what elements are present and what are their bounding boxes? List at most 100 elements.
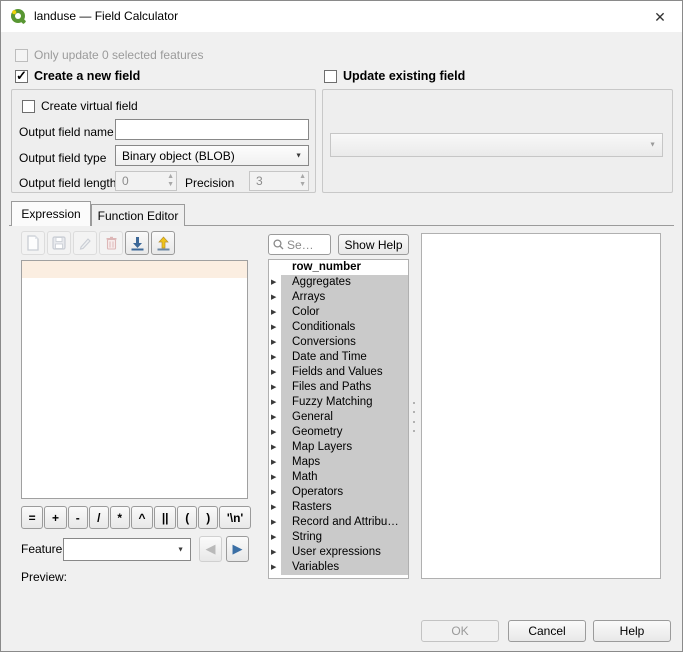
function-category-row[interactable]: ▶ Rasters — [269, 500, 408, 515]
delete-expression-button[interactable] — [99, 231, 123, 255]
cancel-button[interactable]: Cancel — [508, 620, 586, 642]
function-category-row[interactable]: ▶ Arrays — [269, 290, 408, 305]
new-expression-button[interactable] — [21, 231, 45, 255]
function-search-input[interactable]: Se… — [268, 234, 331, 255]
spinner-arrows-icon[interactable]: ▲▼ — [167, 173, 174, 189]
function-category-row[interactable]: ▶ Map Layers — [269, 440, 408, 455]
next-arrow-icon: ▶ — [233, 541, 243, 557]
function-category-row[interactable]: ▶ Fuzzy Matching — [269, 395, 408, 410]
previous-arrow-icon: ◀ — [206, 541, 216, 557]
edit-expression-button[interactable] — [73, 231, 97, 255]
cancel-label: Cancel — [528, 624, 565, 638]
operator-button-row: =+-/*^||()'\n' — [21, 506, 251, 529]
function-category-row[interactable]: ▶ Geometry — [269, 425, 408, 440]
expand-arrow-icon: ▶ — [271, 425, 276, 440]
expand-arrow-icon: ▶ — [271, 485, 276, 500]
expand-arrow-icon: ▶ — [271, 515, 276, 530]
close-icon[interactable]: ✕ — [650, 7, 670, 27]
next-feature-button[interactable]: ▶ — [226, 536, 249, 562]
operator-button[interactable]: ^ — [131, 506, 153, 529]
function-category-row[interactable]: ▶ Variables — [269, 560, 408, 575]
tab-expression[interactable]: Expression — [11, 201, 91, 226]
import-expression-button[interactable] — [125, 231, 149, 255]
export-expression-button[interactable] — [151, 231, 175, 255]
existing-field-groupbox: ▼ — [322, 89, 673, 193]
save-expression-button[interactable] — [47, 231, 71, 255]
output-field-name-input[interactable] — [115, 119, 309, 140]
create-new-field-checkbox[interactable]: ✓ Create a new field — [15, 69, 140, 83]
function-category-label: Maps — [281, 455, 408, 470]
show-help-button[interactable]: Show Help — [338, 234, 409, 255]
operator-button[interactable]: / — [89, 506, 109, 529]
operator-button[interactable]: + — [44, 506, 66, 529]
export-arrow-icon — [156, 236, 171, 251]
operator-button[interactable]: * — [110, 506, 130, 529]
expand-arrow-icon: ▶ — [271, 335, 276, 350]
function-category-row[interactable]: ▶ Math — [269, 470, 408, 485]
only-update-selected-checkbox[interactable]: Only update 0 selected features — [15, 48, 203, 62]
precision-label: Precision — [185, 176, 234, 190]
operator-button[interactable]: '\n' — [219, 506, 251, 529]
function-category-row[interactable]: ▶ String — [269, 530, 408, 545]
function-category-label: Variables — [281, 560, 408, 575]
function-category-row[interactable]: ▶ Maps — [269, 455, 408, 470]
checkbox-box — [324, 70, 337, 83]
function-category-row[interactable]: ▶ Date and Time — [269, 350, 408, 365]
function-category-row[interactable]: ▶ Operators — [269, 485, 408, 500]
precision-spinbox[interactable]: 3 ▲▼ — [249, 171, 309, 191]
function-category-label: Map Layers — [281, 440, 408, 455]
output-field-type-combo[interactable]: Binary object (BLOB) ▼ — [115, 145, 309, 166]
expand-arrow-icon: ▶ — [271, 470, 276, 485]
expression-editor[interactable] — [21, 260, 248, 499]
precision-value: 3 — [256, 174, 263, 188]
update-existing-field-checkbox[interactable]: Update existing field — [324, 69, 465, 83]
function-category-row[interactable]: ▶ Record and Attribu… — [269, 515, 408, 530]
help-button[interactable]: Help — [593, 620, 671, 642]
save-icon — [52, 236, 66, 250]
existing-field-combo[interactable]: ▼ — [330, 133, 663, 157]
search-placeholder: Se… — [287, 238, 314, 252]
search-icon — [273, 239, 284, 250]
function-category-row[interactable]: ▶ Aggregates — [269, 275, 408, 290]
expand-arrow-icon: ▶ — [271, 395, 276, 410]
help-label: Help — [620, 624, 645, 638]
function-item-row-number[interactable]: row_number — [269, 260, 408, 275]
chevron-down-icon: ▼ — [295, 152, 302, 159]
check-icon: ✓ — [16, 68, 27, 84]
function-category-row[interactable]: ▶ Files and Paths — [269, 380, 408, 395]
output-field-type-label: Output field type — [19, 151, 106, 165]
current-line-highlight — [22, 261, 247, 278]
expand-arrow-icon: ▶ — [271, 365, 276, 380]
operator-button[interactable]: ( — [177, 506, 197, 529]
function-category-label: Aggregates — [281, 275, 408, 290]
operator-button[interactable]: || — [154, 506, 176, 529]
tab-function-editor[interactable]: Function Editor — [91, 204, 185, 226]
new-file-icon — [26, 235, 40, 251]
pencil-icon — [78, 236, 92, 250]
feature-combo[interactable]: ▼ — [63, 538, 191, 561]
spinner-arrows-icon[interactable]: ▲▼ — [299, 173, 306, 189]
function-category-row[interactable]: ▶ Conversions — [269, 335, 408, 350]
ok-label: OK — [451, 624, 468, 638]
function-category-row[interactable]: ▶ Color — [269, 305, 408, 320]
ok-button[interactable]: OK — [421, 620, 499, 642]
function-category-row[interactable]: ▶ Fields and Values — [269, 365, 408, 380]
function-category-label: Color — [281, 305, 408, 320]
operator-button[interactable]: = — [21, 506, 43, 529]
expand-arrow-icon: ▶ — [271, 305, 276, 320]
expand-arrow-icon: ▶ — [271, 455, 276, 470]
operator-button[interactable]: ) — [198, 506, 218, 529]
output-field-length-spinbox[interactable]: 0 ▲▼ — [115, 171, 177, 191]
function-category-row[interactable]: ▶ User expressions — [269, 545, 408, 560]
function-category-row[interactable]: ▶ General — [269, 410, 408, 425]
splitter-handle[interactable] — [412, 402, 415, 432]
checkbox-box: ✓ — [15, 70, 28, 83]
function-category-row[interactable]: ▶ Conditionals — [269, 320, 408, 335]
expand-arrow-icon: ▶ — [271, 380, 276, 395]
create-virtual-field-checkbox[interactable]: Create virtual field — [22, 99, 138, 113]
previous-feature-button[interactable]: ◀ — [199, 536, 222, 562]
trash-icon — [105, 236, 118, 250]
update-existing-field-label: Update existing field — [343, 69, 465, 83]
operator-button[interactable]: - — [68, 506, 88, 529]
function-category-label: Files and Paths — [281, 380, 408, 395]
